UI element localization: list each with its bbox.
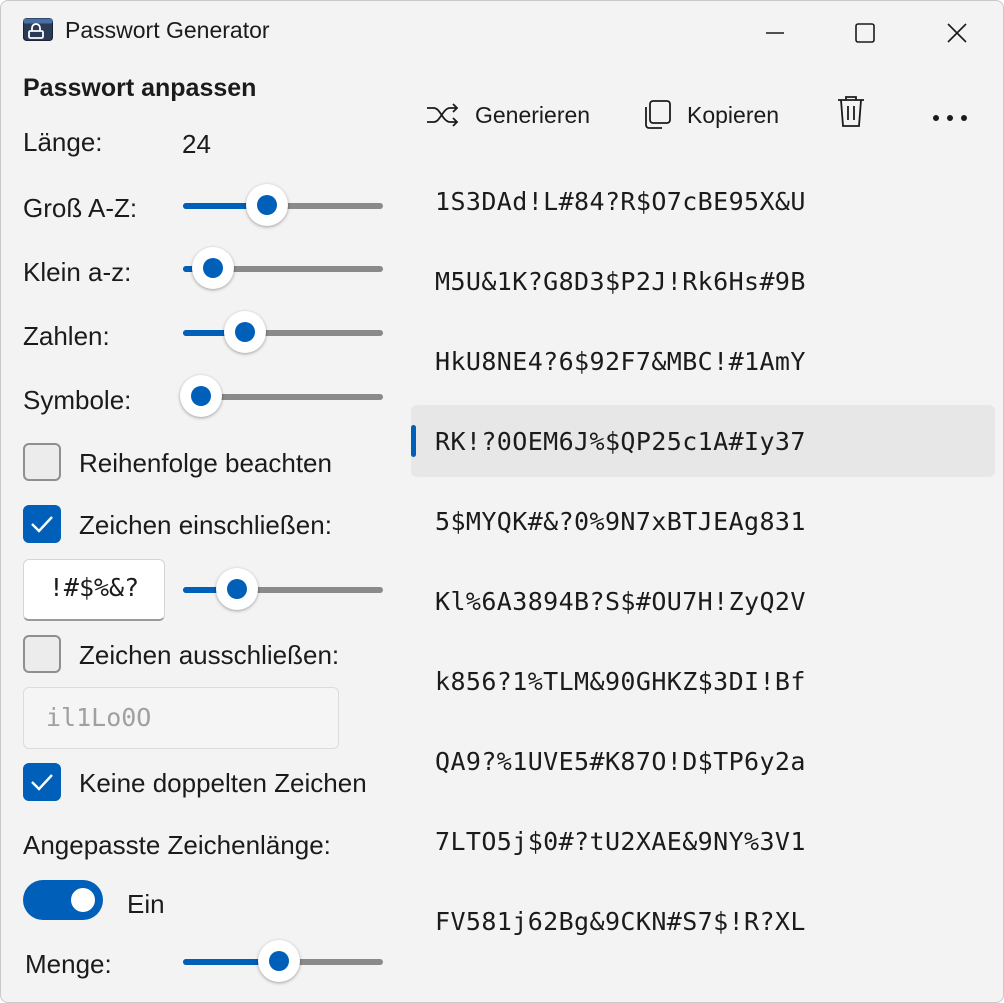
slider-thumb[interactable] [246, 184, 288, 226]
slider-thumb[interactable] [192, 247, 234, 289]
settings-heading: Passwort anpassen [23, 74, 257, 102]
maximize-icon [855, 23, 875, 43]
no-duplicates-checkbox[interactable] [23, 763, 61, 801]
password-text: RK!?0OEM6J%$QP25c1A#Iy37 [435, 427, 806, 456]
password-item[interactable]: 7LTO5j$0#?tU2XAE&9NY%3V1 [411, 805, 995, 877]
order-checkbox[interactable] [23, 443, 61, 481]
trash-icon [835, 94, 867, 136]
minimize-button[interactable] [735, 11, 815, 55]
password-item[interactable]: HkU8NE4?6$92F7&MBC!#1AmY [411, 325, 995, 397]
selection-indicator [411, 425, 416, 457]
slider-thumb[interactable] [216, 568, 258, 610]
upper-label: Groß A-Z: [23, 193, 138, 223]
checkmark-icon [31, 516, 53, 533]
close-button[interactable] [917, 11, 997, 55]
more-icon [931, 102, 969, 129]
toggle-state-label: Ein [127, 889, 165, 919]
copy-label: Kopieren [687, 101, 780, 128]
custom-length-toggle[interactable] [23, 880, 103, 920]
password-text: k856?1%TLM&90GHKZ$3DI!Bf [435, 667, 806, 696]
password-text: 7LTO5j$0#?tU2XAE&9NY%3V1 [435, 827, 806, 856]
shuffle-icon [425, 101, 461, 129]
amount-slider[interactable] [183, 940, 383, 984]
exclude-label: Zeichen ausschließen: [79, 640, 340, 670]
maximize-button[interactable] [825, 11, 905, 55]
length-label: Länge: [23, 127, 103, 157]
symbols-label: Symbole: [23, 385, 132, 415]
password-item[interactable]: Kl%6A3894B?S$#OU7H!ZyQ2V [411, 565, 995, 637]
password-item[interactable]: M5U&1K?G8D3$P2J!Rk6Hs#9B [411, 245, 995, 317]
app-window: Passwort Generator Passwort anpassen Län… [0, 0, 1004, 1003]
window-title: Passwort Generator [65, 17, 270, 43]
lower-label: Klein a-z: [23, 257, 132, 287]
minimize-icon [766, 32, 784, 34]
password-text: HkU8NE4?6$92F7&MBC!#1AmY [435, 347, 806, 376]
no-duplicates-label: Keine doppelten Zeichen [79, 768, 367, 798]
include-slider[interactable] [183, 568, 383, 612]
order-label: Reihenfolge beachten [79, 448, 332, 478]
app-icon [23, 18, 53, 41]
symbols-slider[interactable] [180, 375, 383, 419]
close-icon [947, 23, 967, 43]
numbers-slider[interactable] [183, 311, 383, 355]
delete-button[interactable] [835, 93, 867, 137]
password-item[interactable]: k856?1%TLM&90GHKZ$3DI!Bf [411, 645, 995, 717]
copy-icon [641, 99, 673, 131]
password-item[interactable]: QA9?%1UVE5#K87O!D$TP6y2a [411, 725, 995, 797]
password-item[interactable]: FV581j62Bg&9CKN#S7$!R?XL [411, 885, 995, 957]
lower-slider[interactable] [183, 247, 383, 291]
password-text: M5U&1K?G8D3$P2J!Rk6Hs#9B [435, 267, 806, 296]
password-list: 1S3DAd!L#84?R$O7cBE95X&U M5U&1K?G8D3$P2J!… [411, 165, 995, 965]
amount-label: Menge: [25, 949, 112, 979]
checkmark-icon [31, 774, 53, 791]
slider-thumb[interactable] [258, 940, 300, 982]
include-checkbox[interactable] [23, 505, 61, 543]
slider-thumb[interactable] [180, 375, 222, 417]
password-text: QA9?%1UVE5#K87O!D$TP6y2a [435, 747, 806, 776]
generate-label: Generieren [475, 101, 591, 128]
include-label: Zeichen einschließen: [79, 510, 332, 540]
exclude-checkbox[interactable] [23, 635, 61, 673]
password-text: 1S3DAd!L#84?R$O7cBE95X&U [435, 187, 806, 216]
more-options-button[interactable] [931, 93, 969, 137]
password-item[interactable]: 5$MYQK#&?0%9N7xBTJEAg831 [411, 485, 995, 557]
password-text: 5$MYQK#&?0%9N7xBTJEAg831 [435, 507, 806, 536]
numbers-label: Zahlen: [23, 321, 110, 351]
exclude-chars-input[interactable]: il1Lo0O [23, 687, 339, 749]
copy-button[interactable]: Kopieren [641, 93, 779, 137]
password-text: Kl%6A3894B?S$#OU7H!ZyQ2V [435, 587, 806, 616]
password-item[interactable]: 1S3DAd!L#84?R$O7cBE95X&U [411, 165, 995, 237]
password-item[interactable]: RK!?0OEM6J%$QP25c1A#Iy37 [411, 405, 995, 477]
include-chars-input[interactable]: !#$%&? [23, 559, 165, 621]
custom-length-label: Angepasste Zeichenlänge: [23, 830, 331, 860]
generate-button[interactable]: Generieren [425, 93, 590, 137]
title-bar[interactable]: Passwort Generator [1, 1, 1003, 63]
upper-slider[interactable] [183, 184, 383, 228]
slider-thumb[interactable] [224, 311, 266, 353]
length-value: 24 [182, 129, 211, 159]
password-text: FV581j62Bg&9CKN#S7$!R?XL [435, 907, 806, 936]
